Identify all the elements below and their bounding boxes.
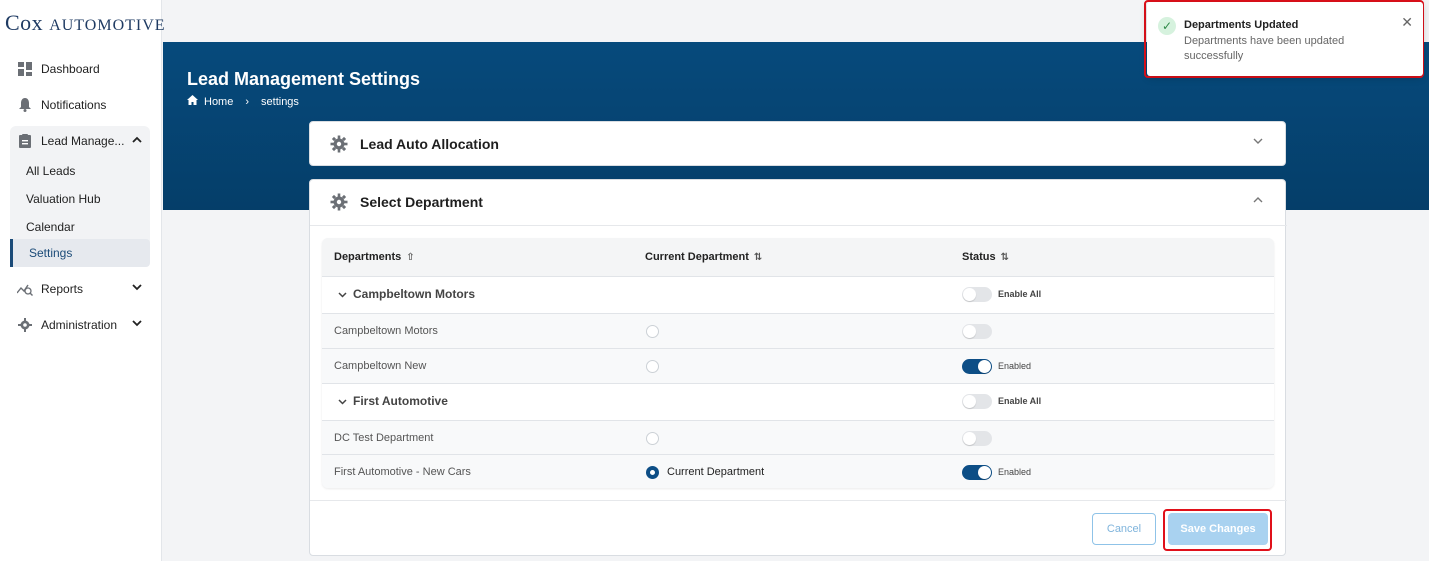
current-department-radio[interactable] bbox=[646, 325, 659, 338]
gear-icon bbox=[330, 135, 348, 153]
chevron-down-icon bbox=[132, 318, 142, 330]
current-department-label: Current Department bbox=[667, 466, 765, 478]
sidebar-item-label: Notifications bbox=[41, 98, 107, 112]
sidebar-item-label: Reports bbox=[41, 282, 84, 296]
sidebar-item-label: Lead Manage... bbox=[41, 134, 125, 148]
sidebar-item-lead-management[interactable]: Lead Manage... bbox=[10, 126, 150, 156]
departments-table: Departments ⇧ Current Department ⇅ Statu… bbox=[322, 238, 1274, 488]
breadcrumb-current: settings bbox=[261, 95, 299, 108]
table-row: Campbeltown Motors bbox=[322, 313, 1274, 348]
card-title: Select Department bbox=[360, 194, 483, 210]
gear-icon bbox=[330, 193, 348, 211]
cancel-button[interactable]: Cancel bbox=[1092, 513, 1156, 545]
department-name: Campbeltown Motors bbox=[334, 325, 438, 337]
select-department-card: Select Department Departments ⇧ Current … bbox=[309, 179, 1287, 556]
chevron-up-icon[interactable] bbox=[1253, 195, 1263, 206]
status-toggle[interactable] bbox=[962, 324, 992, 339]
table-row: DC Test Department bbox=[322, 420, 1274, 455]
current-department-radio[interactable] bbox=[646, 432, 659, 445]
cox-automotive-logo[interactable]: Cox Automotive bbox=[5, 10, 166, 36]
sidebar-sub-label: Settings bbox=[29, 246, 73, 260]
chevron-down-icon bbox=[338, 394, 347, 408]
current-department-radio[interactable] bbox=[646, 360, 659, 373]
check-icon: ✓ bbox=[1158, 17, 1176, 35]
current-department-radio[interactable] bbox=[646, 466, 659, 479]
column-header-status[interactable]: Status ⇅ bbox=[962, 251, 1009, 263]
select-department-header[interactable]: Select Department bbox=[310, 180, 1285, 224]
sidebar-item-dashboard[interactable]: Dashboard bbox=[10, 54, 150, 84]
group-name: Campbeltown Motors bbox=[353, 287, 475, 301]
sidebar-sub-settings[interactable]: Settings bbox=[10, 239, 150, 267]
group-toggle[interactable]: Campbeltown Motors bbox=[338, 287, 475, 301]
toast-message: Departments have been updated successful… bbox=[1184, 35, 1345, 62]
enable-all-toggle[interactable] bbox=[962, 394, 992, 409]
group-name: First Automotive bbox=[353, 394, 448, 408]
breadcrumb-home[interactable]: Home bbox=[204, 96, 233, 108]
chart-icon bbox=[17, 281, 33, 297]
table-header: Departments ⇧ Current Department ⇅ Statu… bbox=[322, 238, 1274, 276]
gear-icon bbox=[17, 317, 33, 333]
breadcrumb: Home › settings bbox=[187, 95, 299, 108]
home-icon[interactable] bbox=[187, 95, 198, 108]
sidebar-sub-calendar[interactable]: Calendar bbox=[26, 220, 75, 234]
enable-all-toggle[interactable] bbox=[962, 287, 992, 302]
sort-asc-icon: ⇧ bbox=[406, 251, 415, 263]
page-title: Lead Management Settings bbox=[187, 69, 421, 89]
chevron-right-icon: › bbox=[245, 95, 250, 108]
department-name: DC Test Department bbox=[334, 432, 434, 444]
column-header-departments[interactable]: Departments ⇧ bbox=[334, 251, 415, 263]
sidebar-item-notifications[interactable]: Notifications bbox=[10, 90, 150, 120]
chevron-up-icon bbox=[132, 134, 142, 146]
column-header-current-department[interactable]: Current Department ⇅ bbox=[645, 251, 762, 263]
save-changes-button[interactable]: Save Changes bbox=[1168, 513, 1268, 545]
toast-title: Departments Updated bbox=[1184, 19, 1299, 31]
status-toggle[interactable] bbox=[962, 465, 992, 480]
chevron-down-icon[interactable] bbox=[1253, 137, 1263, 148]
sidebar-item-label: Administration bbox=[41, 318, 118, 332]
lead-auto-allocation-header[interactable]: Lead Auto Allocation bbox=[310, 122, 1285, 166]
dashboard-icon bbox=[17, 61, 33, 77]
sidebar-sub-all-leads[interactable]: All Leads bbox=[26, 164, 75, 178]
status-toggle[interactable] bbox=[962, 431, 992, 446]
divider bbox=[310, 500, 1287, 501]
department-name: Campbeltown New bbox=[334, 360, 427, 372]
sidebar: Cox Automotive Dashboard Notifications L… bbox=[0, 0, 165, 561]
bell-icon bbox=[17, 97, 33, 113]
chevron-down-icon bbox=[132, 282, 142, 294]
clipboard-icon bbox=[17, 133, 33, 149]
card-title: Lead Auto Allocation bbox=[360, 136, 499, 152]
success-toast: ✓ Departments Updated Departments have b… bbox=[1147, 2, 1423, 76]
close-icon[interactable]: ✕ bbox=[1401, 14, 1413, 31]
status-label: Enabled bbox=[998, 361, 1032, 371]
department-name: First Automotive - New Cars bbox=[334, 466, 471, 478]
sort-icon: ⇅ bbox=[1000, 251, 1010, 263]
group-row: First Automotive Enable All bbox=[322, 383, 1274, 420]
lead-auto-allocation-card: Lead Auto Allocation bbox=[309, 121, 1286, 166]
sidebar-item-reports[interactable]: Reports bbox=[10, 274, 150, 304]
sidebar-sub-valuation-hub[interactable]: Valuation Hub bbox=[26, 192, 101, 206]
table-row: Campbeltown New Enabled bbox=[322, 348, 1274, 383]
group-row: Campbeltown Motors Enable All bbox=[322, 276, 1274, 313]
enable-all-label: Enable All bbox=[998, 396, 1042, 406]
group-toggle[interactable]: First Automotive bbox=[338, 394, 448, 408]
enable-all-label: Enable All bbox=[998, 289, 1042, 299]
divider bbox=[310, 225, 1287, 226]
sidebar-item-administration[interactable]: Administration bbox=[10, 310, 150, 340]
sort-icon: ⇅ bbox=[753, 251, 763, 263]
status-toggle[interactable] bbox=[962, 359, 992, 374]
sidebar-item-label: Dashboard bbox=[41, 62, 100, 76]
table-row: First Automotive - New Cars Current Depa… bbox=[322, 454, 1274, 488]
status-label: Enabled bbox=[998, 467, 1032, 477]
chevron-down-icon bbox=[338, 287, 347, 301]
